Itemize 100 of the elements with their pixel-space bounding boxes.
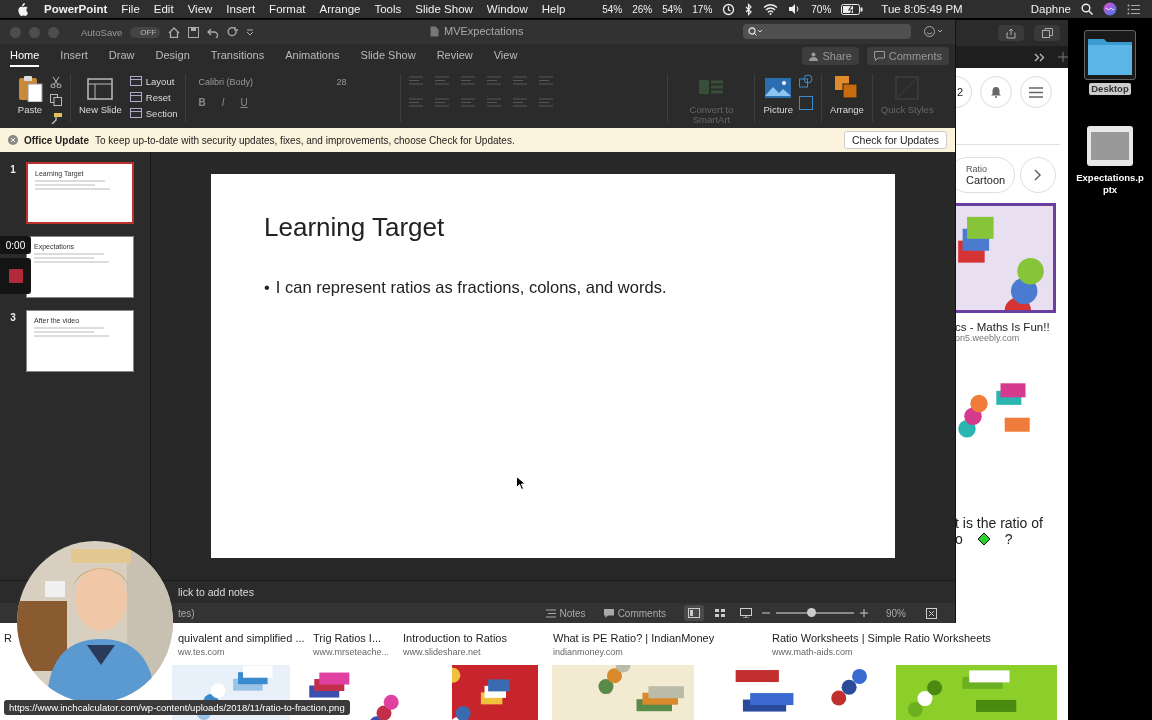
notes-placeholder[interactable]: lick to add notes [178,586,254,598]
document-icon[interactable] [1087,125,1133,166]
comments-button[interactable]: Comments [866,47,949,65]
clock[interactable]: Tue 8:05:49 PM [881,3,963,15]
zoom-slider-thumb[interactable] [807,608,817,617]
new-tab-icon[interactable] [1058,52,1068,62]
slide-sorter-icon[interactable] [714,608,726,618]
ribbon-button[interactable]: Layout [129,74,178,88]
volume-icon[interactable] [788,3,802,15]
menu-icon [1029,86,1043,98]
ribbon-tab[interactable]: Transitions [210,45,265,67]
result-title[interactable]: Introduction to Ratios [403,632,507,644]
ribbon-tab[interactable]: View [493,45,518,67]
normal-view-icon[interactable] [688,608,700,618]
ribbon-tab[interactable]: Animations [285,45,340,67]
font-name-field: Calibri (Body) [194,74,327,89]
menu-item[interactable]: Arrange [319,3,361,15]
desktop-icon-label[interactable]: Desktop [1089,83,1131,95]
result-source: on5.weebly.com [955,333,1021,343]
menu-item[interactable]: File [121,3,140,15]
menu-item[interactable]: Slide Show [415,3,473,15]
siri-icon[interactable] [1103,2,1117,16]
presenter-view-icon[interactable] [740,608,752,618]
align-icon [461,76,478,86]
document-icon [430,25,439,37]
search-icon[interactable] [1081,3,1093,15]
text-box-icon[interactable] [799,96,814,110]
search-field[interactable] [743,24,911,39]
ribbon-tab[interactable]: Design [155,45,190,67]
result-title[interactable]: What is PE Ratio? | IndianMoney [553,632,715,644]
paste-icon[interactable] [16,74,44,102]
user-name[interactable]: Daphne [1030,3,1071,15]
format-painter-icon[interactable] [50,112,62,124]
zoom-out-icon[interactable] [762,609,770,617]
status-meter: 54% [602,3,623,15]
align-icon [487,98,504,108]
undo-icon[interactable] [207,26,220,38]
close-circle-icon[interactable] [8,135,18,145]
zoom-percent[interactable]: 90% [886,607,906,619]
stop-icon [8,269,23,283]
ribbon-tab[interactable]: Insert [60,45,88,67]
window-title: MVExpectations [444,25,524,37]
menu-item[interactable]: Edit [153,3,174,15]
desktop-icon-label[interactable]: Expectations.pptx [1073,171,1147,196]
copy-icon[interactable] [50,94,62,106]
notes-button[interactable]: Notes [545,607,586,619]
align-icon [513,98,530,108]
list-icon[interactable] [1127,3,1140,15]
arrange-label[interactable]: Arrange [830,105,864,115]
feedback-smiley-icon[interactable] [924,26,944,37]
comments-button[interactable]: Comments [603,607,666,619]
ribbon-button[interactable]: Section [129,106,178,120]
save-icon[interactable] [188,26,200,38]
ribbon-button[interactable]: Reset [129,90,178,104]
paste-label[interactable]: Paste [17,105,43,115]
stop-recording-button[interactable] [0,258,31,294]
share-button[interactable] [998,25,1024,41]
bluetooth-icon[interactable] [745,2,754,16]
tab-overflow-icon[interactable] [1034,52,1046,62]
align-icon [409,76,426,86]
comment-icon [873,51,885,61]
app-menu[interactable]: PowerPoint [44,3,108,15]
menu-item[interactable]: Tools [374,3,402,15]
ribbon-tab[interactable]: Review [436,45,473,67]
tab-overview-button[interactable] [1034,25,1060,41]
slide-bullet-text: I can represent ratios as fractions, colons, and words. [275,278,667,297]
menu-item[interactable]: Window [486,3,528,15]
format-letter: U [240,97,248,108]
new-slide-label[interactable]: New Slide [79,105,122,115]
result-title[interactable]: cs - Maths Is Fun!! [955,321,1060,333]
zoom-in-icon[interactable] [860,609,868,617]
language-status[interactable]: tes) [178,607,195,619]
picture-label[interactable]: Picture [763,105,794,115]
check-for-updates-button[interactable]: Check for Updates [844,131,947,149]
align-icon [539,76,556,86]
customize-icon[interactable] [246,29,255,35]
menu-item[interactable]: View [187,3,213,15]
fit-to-window-icon[interactable] [926,607,937,619]
result-title[interactable]: R [4,632,12,644]
result-title[interactable]: Ratio Worksheets | Simple Ratio Worksheets [772,632,991,644]
menu-item[interactable]: Insert [226,3,256,15]
home-icon[interactable] [168,26,181,38]
cut-icon[interactable] [50,76,62,88]
result-title[interactable]: quivalent and simplified ... [178,632,305,644]
battery-charging-icon[interactable] [841,3,864,15]
time-machine-icon[interactable] [722,2,736,16]
ribbon-tab[interactable]: Home [10,45,40,67]
redo-icon[interactable] [227,26,239,38]
ribbon-tab[interactable]: Draw [108,45,135,67]
result-title[interactable]: Trig Ratios I... [313,632,382,644]
ribbon-tab[interactable]: Slide Show [360,45,416,67]
apple-icon[interactable] [16,2,28,16]
autosave-toggle[interactable]: OFF [130,26,161,38]
wifi-icon[interactable] [763,3,779,15]
menu-item[interactable]: Help [541,3,566,15]
menu-item[interactable]: Format [269,3,306,15]
shapes-icon[interactable] [799,74,814,88]
share-button[interactable]: Share [802,47,859,65]
autosave-label: AutoSave [81,26,123,38]
result-source: www.math-aids.com [772,647,853,657]
